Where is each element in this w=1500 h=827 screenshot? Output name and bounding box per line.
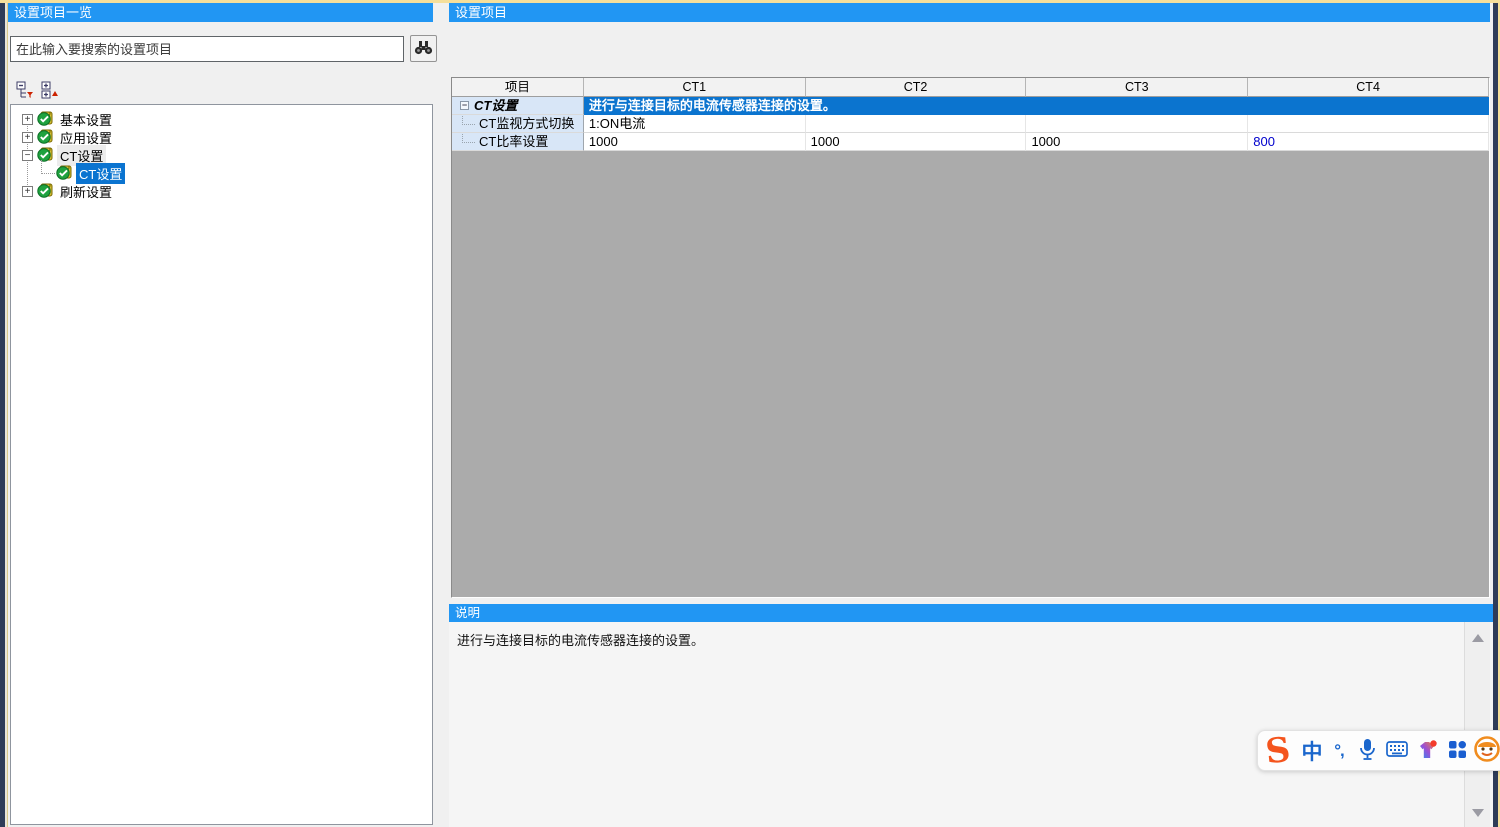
- collapse-all-button[interactable]: [16, 82, 35, 101]
- tree-item[interactable]: + 应用设置: [11, 128, 432, 146]
- row-label-cell: CT监视方式切换: [452, 115, 584, 133]
- keyboard-button[interactable]: [1382, 741, 1412, 760]
- description-panel: 进行与连接目标的电流传感器连接的设置。: [449, 622, 1493, 827]
- tree-item[interactable]: + 刷新设置: [11, 182, 432, 200]
- description-scrollbar[interactable]: [1464, 622, 1490, 827]
- microphone-button[interactable]: [1352, 738, 1382, 764]
- window-frame-top: [0, 0, 1500, 3]
- scroll-down-arrow[interactable]: [1472, 809, 1484, 817]
- value-cell[interactable]: [806, 115, 1027, 133]
- window-frame-left: [0, 0, 5, 827]
- keyboard-icon: [1386, 741, 1408, 760]
- checked-node-icon: [37, 182, 53, 201]
- tree-item-label[interactable]: 刷新设置: [57, 181, 115, 202]
- tree-toolbar: [16, 82, 60, 101]
- emoji-button[interactable]: [1472, 735, 1500, 766]
- column-header: CT4: [1248, 78, 1489, 97]
- expand-box-icon[interactable]: +: [22, 132, 33, 143]
- column-header: CT3: [1026, 78, 1248, 97]
- collapse-box-icon[interactable]: −: [22, 150, 33, 161]
- group-row-label-cell[interactable]: −CT设置: [452, 97, 584, 115]
- row-label-cell: CT比率设置: [452, 133, 584, 151]
- ime-toolbar[interactable]: S 中 °,: [1257, 730, 1500, 771]
- skin-button[interactable]: [1412, 739, 1442, 763]
- tree-item[interactable]: CT设置: [11, 164, 432, 182]
- checked-node-icon: [37, 128, 53, 147]
- settings-panel-title: 设置项目: [449, 3, 1490, 22]
- window-frame-accent-line: [7, 3, 8, 827]
- search-button[interactable]: [410, 35, 437, 62]
- table-group-row[interactable]: −CT设置进行与连接目标的电流传感器连接的设置。: [452, 97, 1489, 115]
- value-cell[interactable]: 800: [1248, 133, 1489, 151]
- scroll-up-arrow[interactable]: [1472, 634, 1484, 642]
- tree-connector: [22, 164, 56, 182]
- collapse-all-icon: [16, 81, 35, 103]
- table-row: CT比率设置100010001000800: [452, 133, 1489, 151]
- expand-box-icon[interactable]: +: [22, 186, 33, 197]
- description-text: 进行与连接目标的电流传感器连接的设置。: [449, 622, 1493, 649]
- table-header-row: 项目CT1CT2CT3CT4: [452, 78, 1489, 97]
- expand-box-icon[interactable]: +: [22, 114, 33, 125]
- tree-item[interactable]: − CT设置: [11, 146, 432, 164]
- chinese-mode-button[interactable]: 中: [1298, 736, 1326, 766]
- column-header: 项目: [452, 78, 584, 97]
- sogou-logo[interactable]: S: [1256, 731, 1300, 771]
- toolbox-icon: [1448, 740, 1467, 762]
- settings-list-panel-title: 设置项目一览: [8, 3, 433, 22]
- table-row: CT监视方式切换1:ON电流: [452, 115, 1489, 133]
- collapse-box-icon[interactable]: −: [460, 101, 469, 110]
- group-row-description: 进行与连接目标的电流传感器连接的设置。: [584, 97, 1489, 115]
- group-row-label: CT设置: [474, 97, 517, 114]
- search-input[interactable]: [10, 36, 404, 62]
- value-cell[interactable]: 1000: [806, 133, 1027, 151]
- skin-icon: [1416, 739, 1438, 763]
- punctuation-toggle-button[interactable]: °,: [1326, 741, 1352, 761]
- column-header: CT1: [584, 78, 806, 97]
- value-cell[interactable]: [1026, 115, 1248, 133]
- settings-table: 项目CT1CT2CT3CT4 −CT设置进行与连接目标的电流传感器连接的设置。C…: [451, 77, 1490, 598]
- expand-all-icon: [41, 81, 60, 103]
- emoji-icon: [1473, 735, 1500, 766]
- expand-all-button[interactable]: [41, 82, 60, 101]
- checked-node-icon: [37, 110, 53, 129]
- settings-tree[interactable]: + 基本设置+ 应用设置− CT设置 CT设置 +: [10, 104, 433, 825]
- value-cell[interactable]: 1:ON电流: [584, 115, 806, 133]
- toolbox-button[interactable]: [1442, 740, 1472, 762]
- window-frame-right: [1493, 0, 1500, 827]
- tree-item[interactable]: + 基本设置: [11, 110, 432, 128]
- binoculars-icon: [414, 40, 433, 58]
- value-cell[interactable]: [1248, 115, 1489, 133]
- microphone-icon: [1359, 738, 1376, 764]
- value-cell[interactable]: 1000: [584, 133, 806, 151]
- value-cell[interactable]: 1000: [1026, 133, 1248, 151]
- description-panel-title: 说明: [449, 604, 1493, 622]
- column-header: CT2: [806, 78, 1027, 97]
